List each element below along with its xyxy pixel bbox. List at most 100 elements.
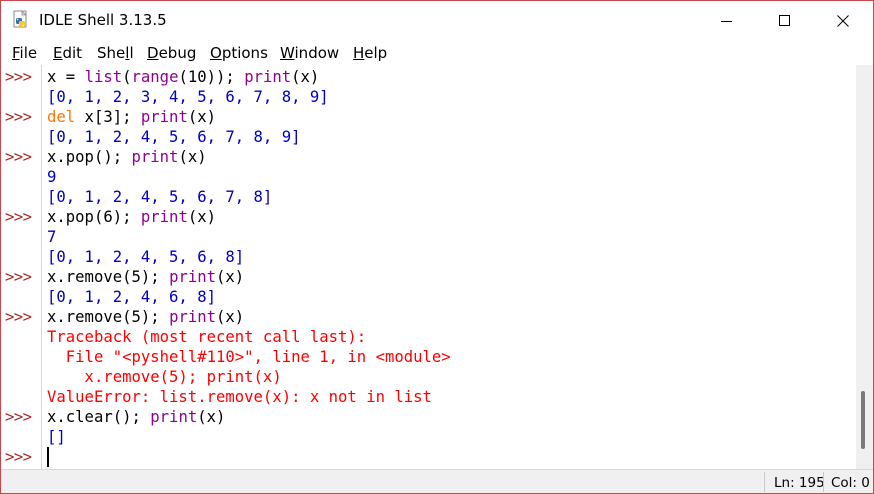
shell-text-code: (x): [216, 268, 245, 286]
shell-prompt: >>>: [5, 268, 32, 286]
menu-debug[interactable]: Debug: [147, 44, 196, 62]
prompt-gutter: >>> >>> >>> >>> >>> >>> >>> >>>: [1, 65, 42, 469]
vertical-scrollbar[interactable]: [856, 65, 873, 469]
menu-bar: File Edit Shell Debug Options Window Hel…: [1, 41, 873, 65]
shell-output-line: [0, 1, 2, 4, 5, 6, 8]: [47, 247, 244, 267]
text-cursor: [47, 447, 49, 467]
shell-text-code: (x): [178, 148, 207, 166]
shell-output-line: [0, 1, 2, 4, 5, 6, 7, 8]: [47, 187, 272, 207]
shell-input-line: x.pop(6); print(x): [47, 207, 216, 227]
shell-output-line: File "<pyshell#110>", line 1, in <module…: [47, 347, 451, 367]
shell-output-line: [0, 1, 2, 4, 6, 8]: [47, 287, 216, 307]
menu-shell[interactable]: Shell: [97, 44, 134, 62]
shell-text-builtin: print: [140, 208, 188, 226]
shell-text-builtin: print: [140, 108, 188, 126]
minimize-button[interactable]: [698, 1, 756, 41]
shell-text-builtin: list: [84, 68, 123, 86]
maximize-icon: [779, 15, 790, 26]
shell-output-line: [0, 1, 2, 4, 5, 6, 7, 8, 9]: [47, 127, 300, 147]
shell-text-code: (10));: [178, 68, 245, 86]
shell-text-builtin: print: [169, 268, 217, 286]
shell-text-builtin: print: [131, 148, 179, 166]
shell-text-code: (x): [187, 208, 217, 226]
shell-prompt: >>>: [5, 208, 32, 226]
shell-input-line: x = list(range(10)); print(x): [47, 67, 319, 87]
shell-input-line: x.remove(5); print(x): [47, 307, 244, 327]
shell-text-code: x.pop();: [47, 148, 132, 166]
shell-output-line: 7: [47, 227, 56, 247]
menu-options-label: ptions: [221, 44, 268, 62]
shell-text-code: (x): [291, 68, 320, 86]
shell-text-out: []: [47, 428, 66, 446]
shell-text-area[interactable]: x = list(range(10)); print(x) [0, 1, 2, 3…: [42, 65, 856, 469]
title-bar[interactable]: IDLE Shell 3.13.5: [1, 1, 873, 41]
menu-shell-label-end: l: [129, 44, 134, 62]
shell-prompt: >>>: [5, 408, 32, 426]
shell-output-line: [0, 1, 2, 3, 4, 5, 6, 7, 8, 9]: [47, 87, 329, 107]
menu-shell-label-start: She: [97, 44, 126, 62]
shell-text-out: [0, 1, 2, 3, 4, 5, 6, 7, 8, 9]: [47, 88, 329, 106]
shell-text-builtin: print: [150, 408, 198, 426]
menu-help-mnemonic: H: [353, 44, 365, 62]
menu-debug-label: ebug: [158, 44, 197, 62]
close-button[interactable]: [814, 1, 872, 41]
python-idle-icon: [13, 10, 27, 28]
shell-prompt: >>>: [5, 448, 32, 466]
shell-text-out: [0, 1, 2, 4, 5, 6, 7, 8, 9]: [47, 128, 301, 146]
shell-text-err: ValueError: list.remove(x): x not in lis…: [47, 388, 432, 406]
menu-file[interactable]: File: [12, 44, 37, 62]
status-line-number: Ln: 195: [774, 475, 825, 491]
menu-options-mnemonic: O: [210, 44, 222, 62]
shell-prompt: >>>: [5, 108, 32, 126]
status-bar: Ln: 195 Col: 0: [1, 469, 873, 493]
shell-prompt: >>>: [5, 68, 32, 86]
shell-text-code: (x): [216, 308, 245, 326]
close-icon: [837, 15, 849, 27]
shell-text-out: 7: [47, 228, 57, 246]
shell-text-code: x.pop(6);: [47, 208, 141, 226]
menu-help[interactable]: Help: [353, 44, 387, 62]
shell-output-line: x.remove(5); print(x): [47, 367, 282, 387]
shell-text-code: x.remove(5);: [47, 268, 170, 286]
menu-file-mnemonic: F: [12, 44, 20, 62]
menu-edit[interactable]: Edit: [53, 44, 82, 62]
status-column-number: Col: 0: [831, 475, 870, 491]
shell-input-line: del x[3]; print(x): [47, 107, 216, 127]
menu-options[interactable]: Options: [210, 44, 268, 62]
shell-text-err: File "<pyshell#110>", line 1, in <module…: [47, 348, 451, 366]
shell-text-out: [0, 1, 2, 4, 6, 8]: [47, 288, 216, 306]
menu-debug-mnemonic: D: [147, 44, 159, 62]
scrollbar-thumb[interactable]: [861, 391, 865, 449]
menu-window[interactable]: Window: [280, 44, 339, 62]
shell-input-line: x.pop(); print(x): [47, 147, 207, 167]
shell-output-line: 9: [47, 167, 56, 187]
shell-text-out: 9: [47, 168, 57, 186]
shell-text-code: x.clear();: [47, 408, 151, 426]
idle-shell-window: IDLE Shell 3.13.5 File Edit Shell Debug …: [0, 0, 874, 494]
shell-text-err: x.remove(5); print(x): [47, 368, 282, 386]
shell-text-builtin: range: [131, 68, 179, 86]
menu-file-label: ile: [19, 44, 38, 62]
shell-output-line: Traceback (most recent call last):: [47, 327, 366, 347]
menu-help-label: elp: [364, 44, 388, 62]
shell-text-err: Traceback (most recent call last):: [47, 328, 367, 346]
shell-text-code: (: [122, 68, 132, 86]
minimize-icon: [721, 21, 732, 22]
shell-prompt: >>>: [5, 308, 32, 326]
shell-prompt: >>>: [5, 148, 32, 166]
shell-text-code: x.remove(5);: [47, 308, 170, 326]
shell-text-code: x =: [47, 68, 85, 86]
window-title: IDLE Shell 3.13.5: [39, 11, 167, 29]
status-separator: [823, 472, 824, 492]
shell-input-line: x.clear(); print(x): [47, 407, 225, 427]
shell-output-line: ValueError: list.remove(x): x not in lis…: [47, 387, 432, 407]
shell-text-out: [0, 1, 2, 4, 5, 6, 7, 8]: [47, 188, 273, 206]
shell-text-code: x[3];: [75, 108, 141, 126]
menu-window-label: indow: [294, 44, 340, 62]
menu-window-mnemonic: W: [280, 44, 295, 62]
maximize-button[interactable]: [756, 1, 814, 41]
shell-text-out: [0, 1, 2, 4, 5, 6, 8]: [47, 248, 245, 266]
shell-text-builtin: print: [169, 308, 217, 326]
shell-text-builtin: print: [244, 68, 292, 86]
status-separator: [764, 472, 765, 492]
